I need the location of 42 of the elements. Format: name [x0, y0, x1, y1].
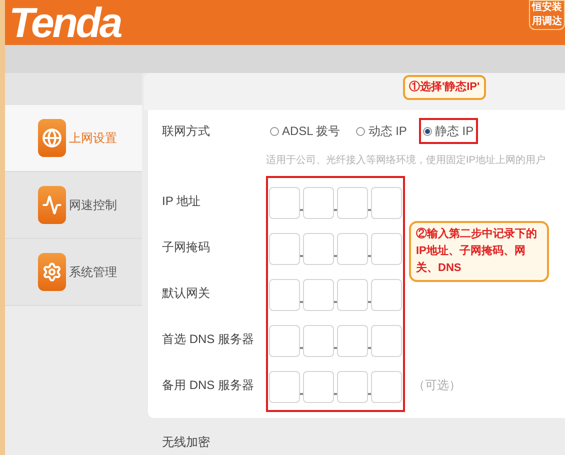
ip-octet-field[interactable]	[337, 325, 368, 357]
radio-option[interactable]: 动态 IP	[352, 118, 411, 144]
ip-octet-field[interactable]	[269, 187, 300, 219]
ip-octet-field[interactable]	[371, 187, 402, 219]
field-label: 子网掩码	[162, 239, 210, 256]
ip-octet-field[interactable]	[371, 233, 402, 265]
sidebar-item[interactable]: 网速控制	[5, 172, 142, 239]
field-label: 联网方式	[162, 123, 211, 140]
hint-text: 适用于公司、光纤接入等网络环境，使用固定IP地址上网的用户	[266, 154, 546, 168]
ip-octet-field[interactable]	[371, 371, 402, 403]
field-label: IP 地址	[162, 193, 200, 210]
ip-octet-field[interactable]	[337, 279, 368, 311]
field-label: 默认网关	[162, 285, 210, 302]
ip-octet-field[interactable]	[337, 187, 368, 219]
optional-note: （可选）	[413, 377, 461, 394]
ip-octet-field[interactable]	[269, 233, 300, 265]
sidebar-item[interactable]: 系统管理	[5, 239, 142, 306]
badge-text: 用调达	[532, 15, 562, 29]
section-title: 无线加密	[162, 435, 210, 449]
callout: ②输入第二步中记录下的IP地址、子网掩码、网关、DNS	[409, 221, 549, 282]
ip-octet-field[interactable]	[371, 325, 402, 357]
zigzag-icon	[38, 186, 66, 224]
callout: ①选择'静态IP'	[403, 75, 486, 100]
field-label: 首选 DNS 服务器	[162, 331, 254, 348]
field-label: 备用 DNS 服务器	[162, 377, 254, 394]
radio-option[interactable]: ADSL 拨号	[266, 118, 344, 144]
badge-text: 恒安装	[532, 1, 562, 15]
ip-octet-field[interactable]	[269, 279, 300, 311]
ip-octet-field[interactable]	[303, 371, 334, 403]
gear-icon	[38, 253, 66, 291]
ip-octet-field[interactable]	[303, 279, 334, 311]
ip-octet-field[interactable]	[337, 233, 368, 265]
ip-octet-field[interactable]	[269, 371, 300, 403]
ip-octet-field[interactable]	[303, 325, 334, 357]
logo: Tenda	[9, 2, 121, 44]
globe-icon	[38, 119, 66, 157]
ip-octet-field[interactable]	[303, 233, 334, 265]
ip-octet-field[interactable]	[337, 371, 368, 403]
radio-option[interactable]: 静态 IP	[418, 118, 478, 144]
ip-octet-field[interactable]	[371, 279, 402, 311]
ip-octet-field[interactable]	[303, 187, 334, 219]
ip-octet-field[interactable]	[269, 325, 300, 357]
